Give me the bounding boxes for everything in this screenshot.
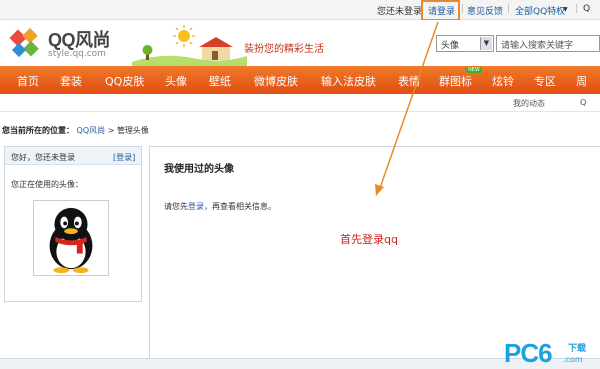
feedback-link[interactable]: 意见反馈: [467, 4, 503, 17]
search-category-value: 头像: [441, 41, 460, 51]
slogan: 装扮您的精彩生活: [244, 44, 324, 55]
divider: |: [507, 4, 511, 14]
watermark-pc: PC: [504, 338, 539, 368]
login-prompt-link[interactable]: 登录: [188, 202, 204, 211]
breadcrumb: 您当前所在的位置： QQ风尚 > 管理头像: [2, 125, 149, 136]
watermark-com: .com: [563, 355, 583, 364]
nav-item-group-icons[interactable]: 群图标: [439, 73, 472, 89]
nav-item-special[interactable]: 专区: [534, 73, 556, 89]
login-prompt-prefix: 请您先: [164, 202, 188, 211]
panel-login-link[interactable]: [登录]: [113, 152, 135, 163]
breadcrumb-home-link[interactable]: QQ风尚: [77, 126, 106, 135]
login-prompt-suffix: ，再查看相关信息。: [204, 202, 276, 211]
panel-title: 我使用过的头像: [164, 164, 234, 175]
not-logged-text: 您还未登录: [377, 7, 423, 17]
breadcrumb-lead: 您当前所在的位置：: [2, 126, 74, 135]
all-features-link[interactable]: 全部QQ特权: [515, 4, 565, 17]
top-utility-bar: 您还未登录 | 请登录 | 意见反馈 | 全部QQ特权 ▼ | Q: [0, 0, 600, 20]
divider: |: [461, 4, 465, 14]
new-badge: NEW: [466, 67, 482, 73]
login-highlight-box: [421, 0, 460, 21]
nav-item-weibo-skin[interactable]: 微博皮肤: [254, 73, 298, 89]
logo-url: style.qq.com: [48, 49, 106, 59]
breadcrumb-current: 管理头像: [116, 126, 149, 135]
login-prompt: 请您先登录，再查看相关信息。: [164, 201, 276, 212]
search-input[interactable]: 请输入搜索关键字: [496, 35, 600, 52]
nav-item-qq-skin[interactable]: QQ皮肤: [105, 73, 144, 89]
current-avatar-label: 您正在使用的头像：: [11, 180, 83, 189]
my-activity-link[interactable]: 我的动态: [513, 98, 545, 109]
user-panel-header: 您好，您还未登录 [登录]: [5, 147, 141, 165]
greeting-text: 您好，您还未登录: [11, 153, 75, 162]
user-panel: 您好，您还未登录 [登录] 您正在使用的头像：: [4, 146, 142, 302]
qq-penguin-avatar-icon: [33, 200, 109, 276]
nav-item-ringtones[interactable]: 炫铃: [492, 73, 514, 89]
nav-item-wallpaper[interactable]: 壁纸: [209, 73, 231, 89]
pc6-watermark: PC6: [504, 338, 553, 369]
divider: |: [575, 4, 579, 14]
qq-fashion-logo-icon[interactable]: [8, 26, 44, 60]
annotation-text: 首先登录qq: [340, 233, 398, 246]
main-nav: 首页 套装 QQ皮肤 头像 壁纸 微博皮肤 输入法皮肤 表情 群图标 炫铃 专区…: [0, 66, 600, 94]
watermark-six: 6: [538, 338, 553, 368]
nav-item-home[interactable]: 首页: [17, 73, 39, 89]
chevron-down-icon[interactable]: ▼: [480, 37, 492, 50]
search-category-select[interactable]: 头像 ▼: [436, 35, 494, 52]
topbar-cut-char: Q: [583, 4, 591, 14]
house-banner-illustration: [132, 25, 247, 66]
nav-item-emoticons[interactable]: 表情: [398, 73, 420, 89]
watermark-download: 下载: [568, 344, 587, 354]
sub-nav: 我的动态 Q: [0, 94, 600, 112]
nav-item-ime-skin[interactable]: 输入法皮肤: [321, 73, 376, 89]
avatar-history-panel: 我使用过的头像 请您先登录，再查看相关信息。: [149, 146, 600, 358]
nav-item-avatar[interactable]: 头像: [165, 73, 187, 89]
nav-item-suits[interactable]: 套装: [60, 73, 82, 89]
nav-item-cut[interactable]: 周: [576, 73, 587, 89]
breadcrumb-separator: >: [107, 126, 115, 135]
site-header: QQ风尚 style.qq.com 装扮您的精彩生活 头像 ▼ 请输入搜索关键字: [0, 20, 600, 67]
subnav-cut-char: Q: [580, 98, 587, 107]
chevron-down-icon[interactable]: ▼: [563, 6, 568, 13]
